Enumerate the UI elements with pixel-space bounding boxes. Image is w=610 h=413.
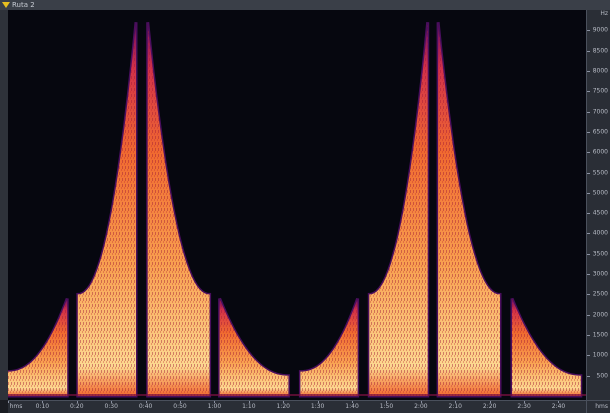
spectrogram-segment: [76, 22, 138, 398]
x-tick-label: 2:00: [414, 403, 428, 410]
frequency-axis: Hz 9000 8500 8000 7500 7000 6500 6000 5500 5000 4…: [586, 10, 610, 400]
y-tick-label: 4500: [592, 209, 608, 217]
y-tick-mark: [587, 335, 590, 337]
frequency-unit-label: Hz: [600, 10, 608, 17]
segment-texture: [77, 22, 136, 396]
x-tick-label: 1:50: [379, 403, 394, 410]
y-tick-mark: [587, 131, 590, 133]
x-tick-label: 1:00: [207, 403, 222, 410]
y-tick-mark: [587, 30, 590, 32]
x-tick-label: 0:10: [35, 403, 50, 410]
x-tick-label: 2:20: [482, 403, 497, 410]
y-tick-mark: [587, 152, 590, 154]
spectrogram-canvas: [8, 22, 586, 398]
x-tick-label: 0:50: [173, 403, 187, 410]
y-tick-mark: [587, 355, 590, 357]
spectrogram-plot[interactable]: [8, 10, 586, 400]
segment-texture: [219, 298, 289, 396]
x-tick-label: 0:30: [104, 403, 118, 410]
spectrogram-segment: [8, 297, 69, 398]
y-tick-label: 5000: [592, 189, 608, 197]
y-tick-mark: [587, 50, 590, 52]
y-tick-mark: [587, 172, 590, 174]
y-tick-mark: [587, 192, 590, 194]
x-tick-label: 1:40: [345, 403, 359, 410]
time-axis: hms 0:10 0:20 0:30 0:40 0:50 1:00 1:10 1:20 1:30 1…: [8, 400, 586, 413]
time-unit-label: hms: [595, 403, 608, 410]
y-tick-label: 1000: [592, 351, 608, 359]
y-tick-label: 5500: [592, 169, 608, 177]
low-frequency-band: [8, 394, 586, 396]
spectrogram-segment: [146, 22, 212, 398]
y-tick-label: 9000: [592, 26, 608, 34]
spectrogram-segment: [510, 297, 583, 398]
y-tick-label: 7500: [592, 87, 608, 95]
segment-texture: [512, 298, 581, 396]
y-tick-label: 2500: [592, 290, 608, 298]
y-tick-mark: [587, 314, 590, 316]
x-tick-label: 0:20: [70, 403, 84, 410]
y-tick-label: 500: [596, 372, 608, 380]
x-tick-label: 2:30: [517, 403, 531, 410]
y-tick-mark: [587, 294, 590, 296]
segment-texture: [147, 22, 210, 396]
segment-texture: [8, 298, 68, 396]
spectrogram-segment: [298, 297, 360, 398]
window-title: Ruta 2: [12, 1, 35, 9]
spectrogram-segment: [218, 297, 290, 398]
y-tick-mark: [587, 111, 590, 113]
segment-texture: [369, 22, 428, 396]
y-tick-mark: [587, 70, 590, 72]
x-tick-label: 1:10: [242, 403, 256, 410]
y-tick-label: 3000: [592, 270, 608, 278]
x-tick-label: 2:10: [448, 403, 462, 410]
y-tick-label: 4000: [592, 229, 608, 237]
y-tick-label: 2000: [592, 311, 608, 319]
y-tick-label: 8500: [592, 47, 608, 55]
y-tick-label: 1500: [592, 331, 608, 339]
y-tick-label: 6000: [592, 148, 608, 156]
y-tick-mark: [587, 91, 590, 93]
x-tick-label: 2:40: [551, 403, 566, 410]
y-tick-mark: [587, 213, 590, 215]
segment-texture: [438, 22, 500, 396]
y-tick-label: 7000: [592, 108, 608, 116]
x-tick-label: 0:40: [138, 403, 153, 410]
x-tick-label: hms: [9, 403, 23, 410]
y-tick-mark: [587, 375, 590, 377]
y-tick-label: 8000: [592, 67, 608, 75]
y-tick-label: 3500: [592, 250, 608, 258]
segment-texture: [300, 298, 358, 396]
y-tick-mark: [587, 274, 590, 276]
y-tick-label: 6500: [592, 128, 608, 136]
y-tick-mark: [587, 253, 590, 255]
spectrogram-segment: [436, 22, 502, 398]
y-tick-mark: [587, 233, 590, 235]
triangle-marker-icon: [2, 2, 10, 8]
x-tick-label: 1:30: [310, 403, 325, 410]
spectrogram-segment: [367, 22, 430, 398]
x-tick-label: 1:20: [276, 403, 290, 410]
axis-corner: hms: [586, 400, 610, 413]
